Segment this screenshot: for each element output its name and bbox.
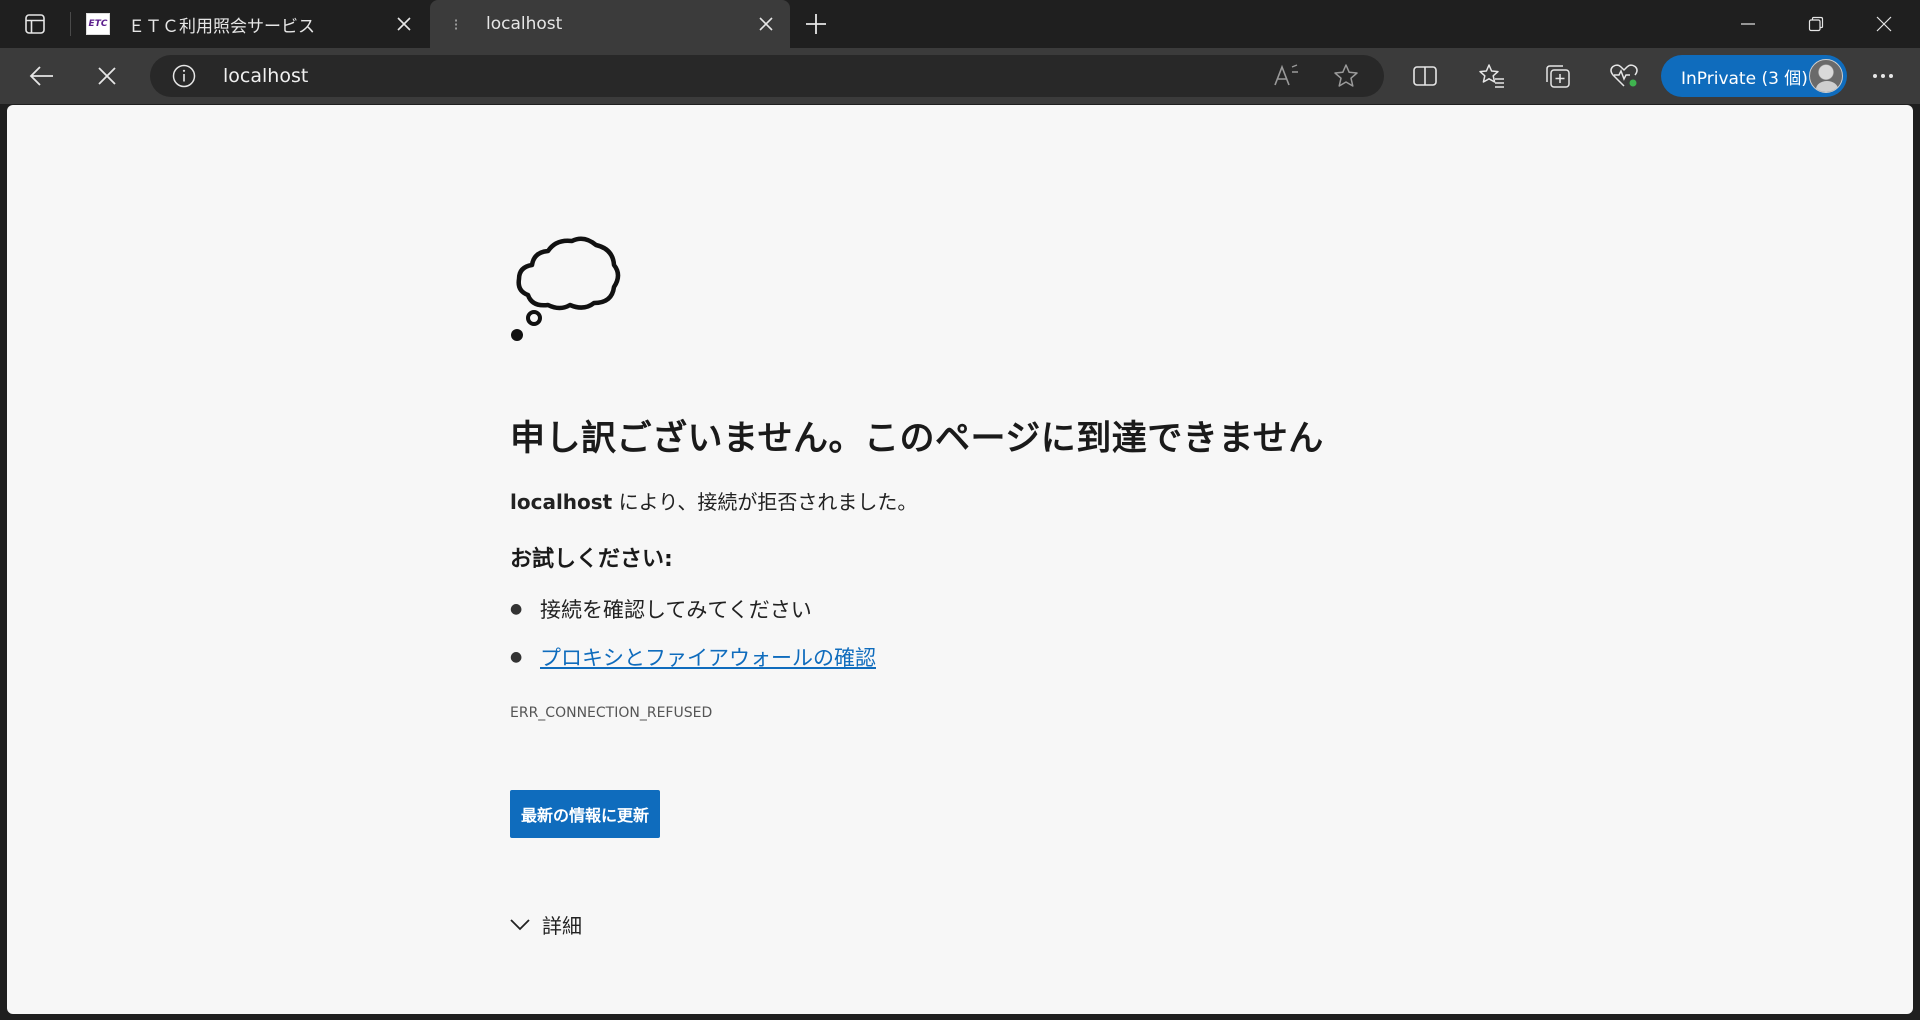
proxy-firewall-link[interactable]: プロキシとファイアウォールの確認 <box>540 642 876 672</box>
minimize-icon <box>1741 23 1755 25</box>
stop-icon <box>98 67 116 85</box>
collections-icon <box>1546 65 1570 88</box>
title-bar: ETC ＥＴＣ利用照会サービス ⁝ localhost <box>0 0 1920 48</box>
suggestions-title: お試しください: <box>510 547 673 572</box>
url-text[interactable]: localhost <box>223 65 308 87</box>
tab-actions-button[interactable] <box>0 0 70 48</box>
new-tab-icon <box>806 14 826 34</box>
etc-favicon-icon: ETC <box>86 13 110 35</box>
navigation-toolbar: localhost InPrivate (3 個) <box>0 48 1920 104</box>
inprivate-profile-button[interactable]: InPrivate (3 個) <box>1661 55 1847 97</box>
read-aloud-icon <box>1274 64 1298 86</box>
more-icon <box>1873 74 1893 78</box>
page-content: 申し訳ございません。このページに到達できません localhost により、接続… <box>7 105 1913 1014</box>
refresh-button[interactable]: 最新の情報に更新 <box>510 790 660 838</box>
favorites-button[interactable] <box>1471 56 1513 96</box>
error-message: localhost により、接続が拒否されました。 <box>510 486 917 515</box>
browser-essentials-button[interactable] <box>1603 56 1645 96</box>
error-code: ERR_CONNECTION_REFUSED <box>510 705 713 721</box>
close-icon <box>397 17 411 31</box>
close-icon <box>1876 16 1892 32</box>
tab-close-button[interactable] <box>748 6 784 42</box>
bullet: ● <box>510 649 523 665</box>
suggestion-item: ● 接続を確認してみてください <box>510 594 812 624</box>
loading-icon: ⁝ <box>453 14 459 34</box>
favorites-icon <box>1479 64 1504 88</box>
inprivate-label: InPrivate (3 個) <box>1681 68 1808 89</box>
tab-actions-icon <box>25 14 45 34</box>
restore-button[interactable] <box>1782 0 1850 48</box>
favorite-star-icon <box>1334 64 1358 87</box>
suggestion-item: ● プロキシとファイアウォールの確認 <box>510 642 876 672</box>
new-tab-button[interactable] <box>798 6 834 42</box>
minimize-button[interactable] <box>1714 0 1782 48</box>
stop-loading-button[interactable] <box>86 56 128 96</box>
back-icon <box>29 66 53 86</box>
close-icon <box>759 17 773 31</box>
favorite-button[interactable] <box>1330 61 1362 91</box>
split-screen-icon <box>1413 66 1437 86</box>
close-window-button[interactable] <box>1850 0 1918 48</box>
settings-more-button[interactable] <box>1862 56 1904 96</box>
collections-button[interactable] <box>1537 56 1579 96</box>
tab-etc[interactable]: ETC ＥＴＣ利用照会サービス <box>72 0 428 48</box>
read-aloud-button[interactable] <box>1270 61 1302 91</box>
thought-cloud-icon <box>511 236 621 341</box>
error-heading: 申し訳ございません。このページに到達できません <box>510 419 1324 459</box>
suggestion-text: 接続を確認してみてください <box>540 598 812 622</box>
bullet: ● <box>510 601 523 617</box>
details-toggle[interactable]: 詳細 <box>510 910 582 939</box>
tab-title: ＥＴＣ利用照会サービス <box>128 16 315 37</box>
tab-localhost[interactable]: ⁝ localhost <box>430 0 790 48</box>
split-screen-button[interactable] <box>1404 56 1446 96</box>
tab-separator <box>70 12 71 36</box>
tab-close-button[interactable] <box>386 6 422 42</box>
browser-essentials-icon <box>1610 64 1638 87</box>
tab-title: localhost <box>486 14 563 34</box>
details-label: 詳細 <box>542 914 582 938</box>
chevron-down-icon <box>510 918 530 930</box>
address-bar[interactable]: localhost <box>150 55 1384 97</box>
error-host: localhost <box>510 490 613 514</box>
error-message-text: により、接続が拒否されました。 <box>612 490 918 514</box>
info-icon[interactable] <box>172 64 196 88</box>
restore-icon <box>1808 16 1824 32</box>
back-button[interactable] <box>21 56 63 96</box>
favicon-text: ETC <box>88 19 108 29</box>
avatar <box>1809 59 1843 93</box>
